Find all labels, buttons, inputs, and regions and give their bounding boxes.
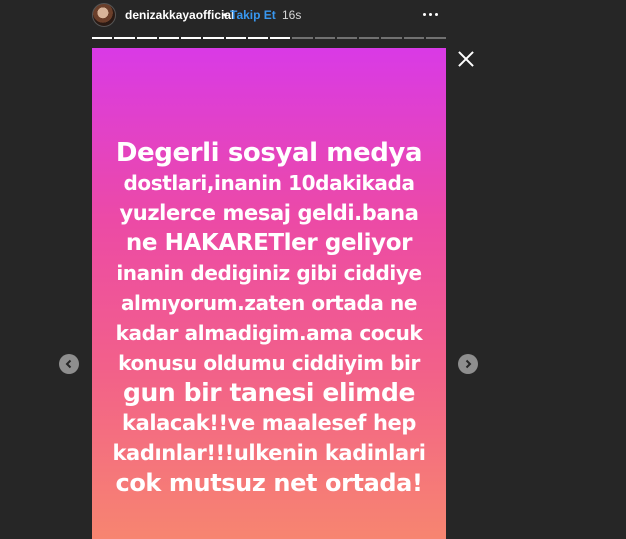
story-line: gun bir tanesi elimde [122, 378, 415, 407]
progress-segment [314, 37, 335, 39]
progress-segment [292, 37, 313, 39]
progress-segment [92, 37, 113, 39]
story-line: cok mutsuz net ortada! [115, 469, 423, 497]
story-line: kadar almadigim.ama cocuk [115, 321, 423, 345]
story-content[interactable]: Degerli sosyal medya dostlari,inanin 10d… [92, 48, 446, 539]
profile-avatar[interactable] [92, 3, 116, 27]
progress-segment [270, 37, 291, 39]
progress-segment [136, 37, 157, 39]
progress-segment [158, 37, 179, 39]
story-text: Degerli sosyal medya dostlari,inanin 10d… [92, 138, 446, 498]
progress-segment [403, 37, 424, 39]
story-header: denizakkayaofficial • Takip Et 16s [0, 0, 626, 32]
progress-segment [225, 37, 246, 39]
story-line: almıyorum.zaten ortada ne [120, 291, 418, 315]
progress-segment [114, 37, 135, 39]
progress-segment [203, 37, 224, 39]
story-line: kalacak!!ve maalesef hep [122, 411, 416, 435]
chevron-left-icon[interactable] [59, 354, 79, 374]
progress-segment [181, 37, 202, 39]
follow-button[interactable]: Takip Et [230, 8, 276, 22]
story-line: kadınlar!!!ulkenin kadinlari [112, 441, 426, 465]
story-line: konusu oldumu ciddiyim bir [118, 351, 420, 375]
progress-segment [381, 37, 402, 39]
more-options-icon[interactable] [418, 4, 442, 24]
separator-dot: • [223, 8, 228, 22]
story-line: Degerli sosyal medya [115, 138, 423, 168]
story-progress-bar [92, 37, 446, 39]
story-line: yuzlerce mesaj geldi.bana [119, 201, 419, 225]
timestamp: 16s [282, 8, 302, 22]
chevron-right-icon[interactable] [458, 354, 478, 374]
story-line: ne HAKARETler geliyor [125, 230, 413, 256]
progress-segment [359, 37, 380, 39]
progress-segment [336, 37, 357, 39]
progress-segment [247, 37, 268, 39]
progress-segment [425, 37, 446, 39]
story-line: inanin dediginiz gibi ciddiye [116, 261, 422, 285]
username[interactable]: denizakkayaofficial [125, 8, 234, 22]
story-line: dostlari,inanin 10dakikada [123, 171, 415, 195]
close-icon[interactable] [454, 47, 478, 71]
